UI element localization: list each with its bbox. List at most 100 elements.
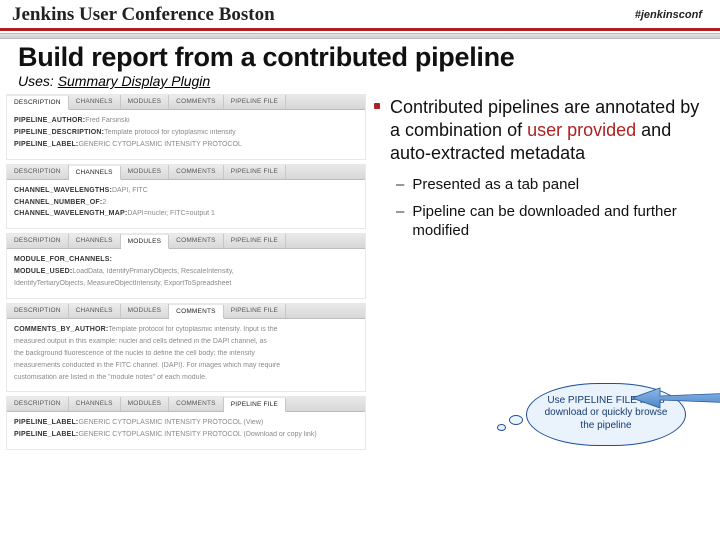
field-row: MODULE_FOR_CHANNELS: xyxy=(14,254,358,266)
bullet-sub2-text: Pipeline can be downloaded and further m… xyxy=(412,202,708,240)
panel-body: COMMENTS_BY_AUTHOR:Template protocol for… xyxy=(7,319,365,391)
tab-comments[interactable]: COMMENTS xyxy=(169,305,224,319)
tab-modules[interactable]: MODULES xyxy=(121,397,170,411)
conference-title: Jenkins User Conference Boston xyxy=(12,4,275,26)
field-label: MODULE_USED: xyxy=(14,268,72,275)
field-row: PIPELINE_AUTHOR:Fred Farsinski xyxy=(14,115,358,127)
field-row: COMMENTS_BY_AUTHOR:Template protocol for… xyxy=(14,324,358,336)
hashtag: #jenkinsconf xyxy=(635,9,702,21)
tab-channels[interactable]: CHANNELS xyxy=(69,95,121,109)
tab-comments[interactable]: COMMENTS xyxy=(169,397,224,411)
callout-wrap: Use PIPELINE FILE tab to download or qui… xyxy=(526,383,686,447)
field-row: PIPELINE_LABEL:GENERIC CYTOPLASMIC INTEN… xyxy=(14,417,358,429)
field-row: customisation are listed in the "module … xyxy=(14,372,358,384)
field-value: Template protocol for cytoplasmic intens… xyxy=(108,326,277,333)
field-value: DAPI, FITC xyxy=(112,187,148,194)
panel-body: PIPELINE_AUTHOR:Fred FarsinskiPIPELINE_D… xyxy=(7,110,365,159)
tab-modules[interactable]: MODULES xyxy=(121,165,170,179)
tab-pipeline-file[interactable]: PIPELINE FILE xyxy=(224,95,286,109)
tab-comments[interactable]: COMMENTS xyxy=(169,165,224,179)
callout-cloud: Use PIPELINE FILE tab to download or qui… xyxy=(526,383,686,447)
field-value: customisation are listed in the "module … xyxy=(14,374,207,381)
bullet-main: Contributed pipelines are annotated by a… xyxy=(374,96,708,165)
header-divider-red xyxy=(0,28,720,31)
field-value: LoadData, IdentifyPrimaryObjects, Rescal… xyxy=(72,268,233,275)
tab-pipeline-file[interactable]: PIPELINE FILE xyxy=(224,398,286,412)
uses-line: Uses: Summary Display Plugin xyxy=(0,73,720,92)
field-row: MODULE_USED:LoadData, IdentifyPrimaryObj… xyxy=(14,266,358,278)
bullet-main-text: Contributed pipelines are annotated by a… xyxy=(390,96,708,165)
field-row: PIPELINE_DESCRIPTION:Template protocol f… xyxy=(14,127,358,139)
plugin-link[interactable]: Summary Display Plugin xyxy=(58,73,211,89)
field-label: PIPELINE_LABEL: xyxy=(14,431,78,438)
tab-channels[interactable]: CHANNELS xyxy=(69,166,121,180)
tab-strip: DESCRIPTIONCHANNELSMODULESCOMMENTSPIPELI… xyxy=(7,234,365,249)
slide-header: Jenkins User Conference Boston #jenkinsc… xyxy=(0,0,720,28)
field-value: IdentifyTertiaryObjects, MeasureObjectIn… xyxy=(14,280,231,287)
field-value: the background fluorescence of the nucle… xyxy=(14,350,255,357)
panel-body: CHANNEL_WAVELENGTHS:DAPI, FITC CHANNEL_NU… xyxy=(7,180,365,229)
tab-pipeline-file[interactable]: PIPELINE FILE xyxy=(224,234,286,248)
field-value: measurements conducted in the FITC chann… xyxy=(14,362,280,369)
panel-body: PIPELINE_LABEL:GENERIC CYTOPLASMIC INTEN… xyxy=(7,412,365,449)
tab-strip: DESCRIPTIONCHANNELSMODULESCOMMENTSPIPELI… xyxy=(7,304,365,319)
field-value: GENERIC CYTOPLASMIC INTENSITY PROTOCOL xyxy=(78,141,241,148)
tab-strip: DESCRIPTIONCHANNELSMODULESCOMMENTSPIPELI… xyxy=(7,95,365,110)
dash-icon: – xyxy=(396,176,404,194)
field-row: the background fluorescence of the nucle… xyxy=(14,348,358,360)
field-value: Template protocol for cytoplasmic intens… xyxy=(104,129,236,136)
field-label: COMMENTS_BY_AUTHOR: xyxy=(14,326,108,333)
tab-panel: DESCRIPTIONCHANNELSMODULESCOMMENTSPIPELI… xyxy=(6,233,366,299)
field-row: CHANNEL_WAVELENGTHS:DAPI, FITC xyxy=(14,185,358,197)
tab-description[interactable]: DESCRIPTION xyxy=(7,304,69,318)
field-value: Fred Farsinski xyxy=(85,117,129,124)
field-label: MODULE_FOR_CHANNELS: xyxy=(14,256,112,263)
tab-strip: DESCRIPTIONCHANNELSMODULESCOMMENTSPIPELI… xyxy=(7,397,365,412)
tab-modules[interactable]: MODULES xyxy=(121,95,170,109)
field-label: CHANNEL_WAVELENGTH_MAP: xyxy=(14,210,127,217)
panel-body: MODULE_FOR_CHANNELS: MODULE_USED:LoadData… xyxy=(7,249,365,298)
slide-title: Build report from a contributed pipeline xyxy=(0,39,720,73)
cloud-bubble-icon xyxy=(497,424,506,431)
dash-icon: – xyxy=(396,203,404,221)
tab-description[interactable]: DESCRIPTION xyxy=(7,96,69,110)
cloud-bubble-icon xyxy=(509,415,523,425)
callout-text: Use PIPELINE FILE tab to download or qui… xyxy=(545,395,668,431)
tab-description[interactable]: DESCRIPTION xyxy=(7,397,69,411)
field-value: measured output in this example: nuclei … xyxy=(14,338,267,345)
field-row: PIPELINE_LABEL:GENERIC CYTOPLASMIC INTEN… xyxy=(14,429,358,441)
field-label: CHANNEL_WAVELENGTHS: xyxy=(14,187,112,194)
bullet-main-user: user provided xyxy=(527,120,636,140)
tab-pipeline-file[interactable]: PIPELINE FILE xyxy=(224,165,286,179)
tab-panel: DESCRIPTIONCHANNELSMODULESCOMMENTSPIPELI… xyxy=(6,94,366,160)
right-column: Contributed pipelines are annotated by a… xyxy=(372,94,714,450)
field-value: DAPI=nuclei; FITC=output 1 xyxy=(127,210,215,217)
tab-comments[interactable]: COMMENTS xyxy=(169,95,224,109)
tab-description[interactable]: DESCRIPTION xyxy=(7,165,69,179)
tab-channels[interactable]: CHANNELS xyxy=(69,234,121,248)
tab-comments[interactable]: COMMENTS xyxy=(169,234,224,248)
field-label: PIPELINE_AUTHOR: xyxy=(14,117,85,124)
field-label: CHANNEL_NUMBER_OF: xyxy=(14,199,102,206)
tab-channels[interactable]: CHANNELS xyxy=(69,304,121,318)
tab-panel: DESCRIPTIONCHANNELSMODULESCOMMENTSPIPELI… xyxy=(6,396,366,450)
tab-pipeline-file[interactable]: PIPELINE FILE xyxy=(224,304,286,318)
tab-modules[interactable]: MODULES xyxy=(121,235,170,249)
field-row: measurements conducted in the FITC chann… xyxy=(14,360,358,372)
left-column: DESCRIPTIONCHANNELSMODULESCOMMENTSPIPELI… xyxy=(6,94,366,450)
field-row: PIPELINE_LABEL:GENERIC CYTOPLASMIC INTEN… xyxy=(14,139,358,151)
bullet-sub1-text: Presented as a tab panel xyxy=(412,175,579,194)
field-value: 2 xyxy=(102,199,106,206)
field-label: PIPELINE_DESCRIPTION: xyxy=(14,129,104,136)
bullet-sub-2: – Pipeline can be downloaded and further… xyxy=(396,202,708,240)
tab-description[interactable]: DESCRIPTION xyxy=(7,234,69,248)
field-value: GENERIC CYTOPLASMIC INTENSITY PROTOCOL (… xyxy=(78,419,263,426)
bullet-sub-1: – Presented as a tab panel xyxy=(396,175,708,194)
slide-body: DESCRIPTIONCHANNELSMODULESCOMMENTSPIPELI… xyxy=(0,92,720,450)
tab-panel: DESCRIPTIONCHANNELSMODULESCOMMENTSPIPELI… xyxy=(6,303,366,392)
tab-modules[interactable]: MODULES xyxy=(121,304,170,318)
field-row: measured output in this example: nuclei … xyxy=(14,336,358,348)
tab-channels[interactable]: CHANNELS xyxy=(69,397,121,411)
field-label: PIPELINE_LABEL: xyxy=(14,419,78,426)
field-row: CHANNEL_WAVELENGTH_MAP:DAPI=nuclei; FITC… xyxy=(14,208,358,220)
